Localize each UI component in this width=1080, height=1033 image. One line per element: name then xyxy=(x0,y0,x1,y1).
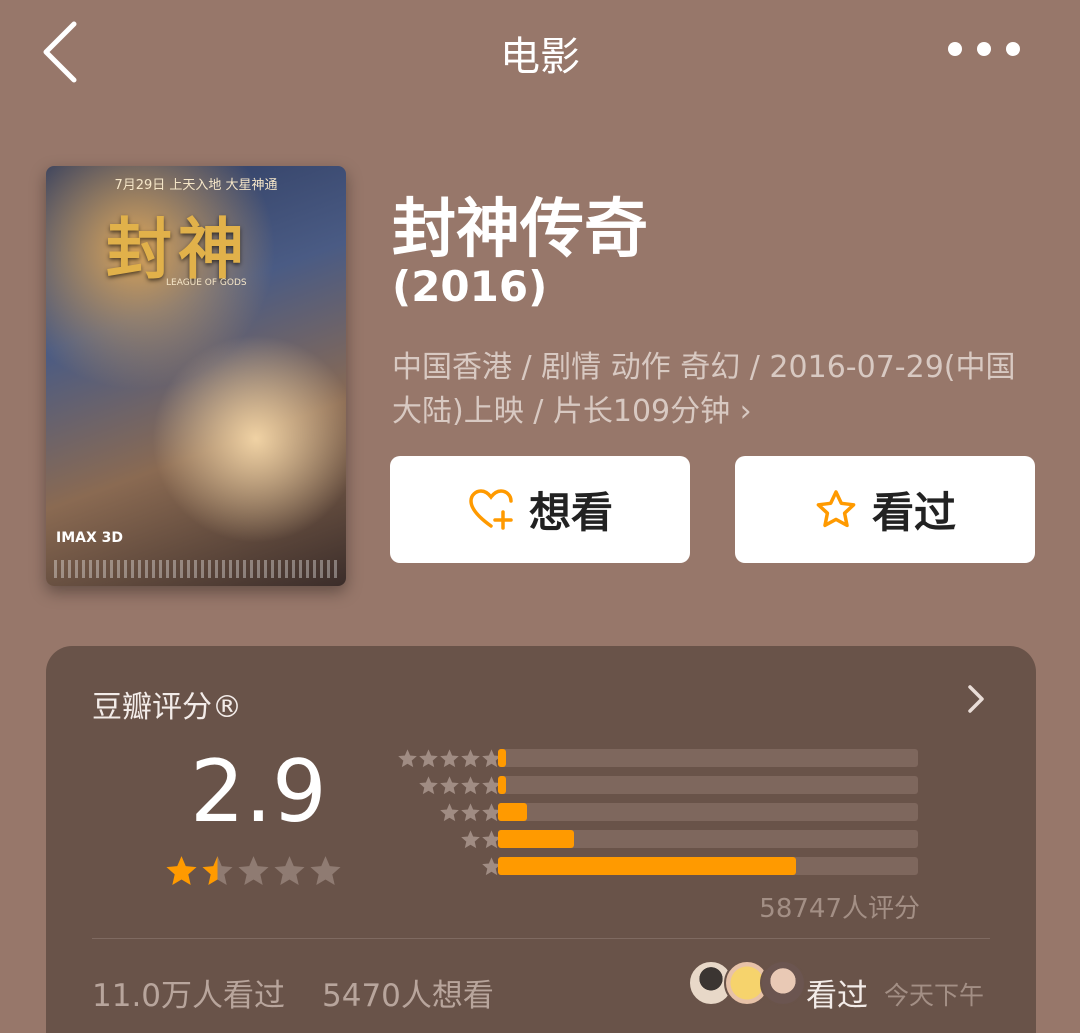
divider xyxy=(92,938,990,939)
small-star-icon xyxy=(440,776,459,795)
score-stars xyxy=(164,854,344,888)
small-star-icon xyxy=(461,749,480,768)
distribution-bar xyxy=(498,830,574,848)
top-bar: 电影 xyxy=(0,0,1080,100)
rating-star-icon xyxy=(166,856,197,886)
movie-year: (2016) xyxy=(392,262,548,311)
small-star-icon xyxy=(461,830,480,849)
distribution-track xyxy=(498,857,918,875)
rating-star-icon xyxy=(202,856,233,886)
rating-distribution xyxy=(376,746,936,881)
distribution-stars xyxy=(439,802,502,823)
distribution-stars xyxy=(397,748,502,769)
rating-star-icon xyxy=(238,856,269,886)
distribution-stars xyxy=(460,829,502,850)
distribution-bar xyxy=(498,749,507,767)
distribution-row-2 xyxy=(376,827,936,854)
distribution-row-1 xyxy=(376,854,936,881)
want-to-watch-label: 想看 xyxy=(528,488,613,537)
small-star-icon xyxy=(398,749,417,768)
poster-subtitle: LEAGUE OF GODS xyxy=(166,278,247,288)
distribution-track xyxy=(498,776,918,794)
page-title: 电影 xyxy=(500,34,580,80)
rating-score: 2.9 xyxy=(190,742,327,842)
poster-credits xyxy=(54,560,338,578)
small-star-icon xyxy=(461,803,480,822)
poster-date-text: 7月29日 上天入地 大星神通 xyxy=(114,178,278,193)
small-star-icon xyxy=(440,803,459,822)
distribution-bar xyxy=(498,857,797,875)
small-star-icon xyxy=(461,776,480,795)
distribution-track xyxy=(498,830,918,848)
more-dots-icon[interactable] xyxy=(948,40,1020,58)
chevron-right-icon[interactable] xyxy=(966,684,986,714)
distribution-track xyxy=(498,803,918,821)
star-outline-icon xyxy=(816,489,856,527)
distribution-row-5 xyxy=(376,746,936,773)
want-count[interactable]: 5470人想看 xyxy=(322,970,494,1015)
avatar xyxy=(760,960,806,1006)
distribution-bar xyxy=(498,803,528,821)
rating-panel[interactable]: 豆瓣评分® 2.9 58747人评分 11.0万人看过 5470人想看 看过 今… xyxy=(46,646,1036,1033)
poster-imax-badge: IMAX 3D xyxy=(56,530,124,546)
rating-star-icon xyxy=(274,856,305,886)
friends-status: 看过 xyxy=(806,978,868,1014)
rating-star-icon xyxy=(310,856,341,886)
distribution-row-4 xyxy=(376,773,936,800)
friends-time: 今天下午 xyxy=(884,981,985,1010)
small-star-icon xyxy=(440,749,459,768)
distribution-bar xyxy=(498,776,506,794)
watched-button[interactable]: 看过 xyxy=(735,456,1035,563)
rating-label: 豆瓣评分® xyxy=(92,690,242,725)
small-star-icon xyxy=(419,776,438,795)
movie-poster[interactable]: 7月29日 上天入地 大星神通 封神 LEAGUE OF GODS IMAX 3… xyxy=(46,166,346,586)
distribution-stars xyxy=(418,775,502,796)
movie-title: 封神传奇 xyxy=(392,193,648,267)
watched-count[interactable]: 11.0万人看过 xyxy=(92,970,285,1015)
friends-avatars[interactable] xyxy=(688,960,806,1006)
heart-plus-icon xyxy=(469,488,513,530)
want-to-watch-button[interactable]: 想看 xyxy=(390,456,690,563)
distribution-row-3 xyxy=(376,800,936,827)
rating-count: 58747人评分 xyxy=(759,894,920,924)
watched-label: 看过 xyxy=(871,488,956,537)
distribution-track xyxy=(498,749,918,767)
small-star-icon xyxy=(419,749,438,768)
movie-info-link[interactable]: 中国香港 / 剧情 动作 奇幻 / 2016-07-29(中国大陆)上映 / 片… xyxy=(392,346,1032,434)
